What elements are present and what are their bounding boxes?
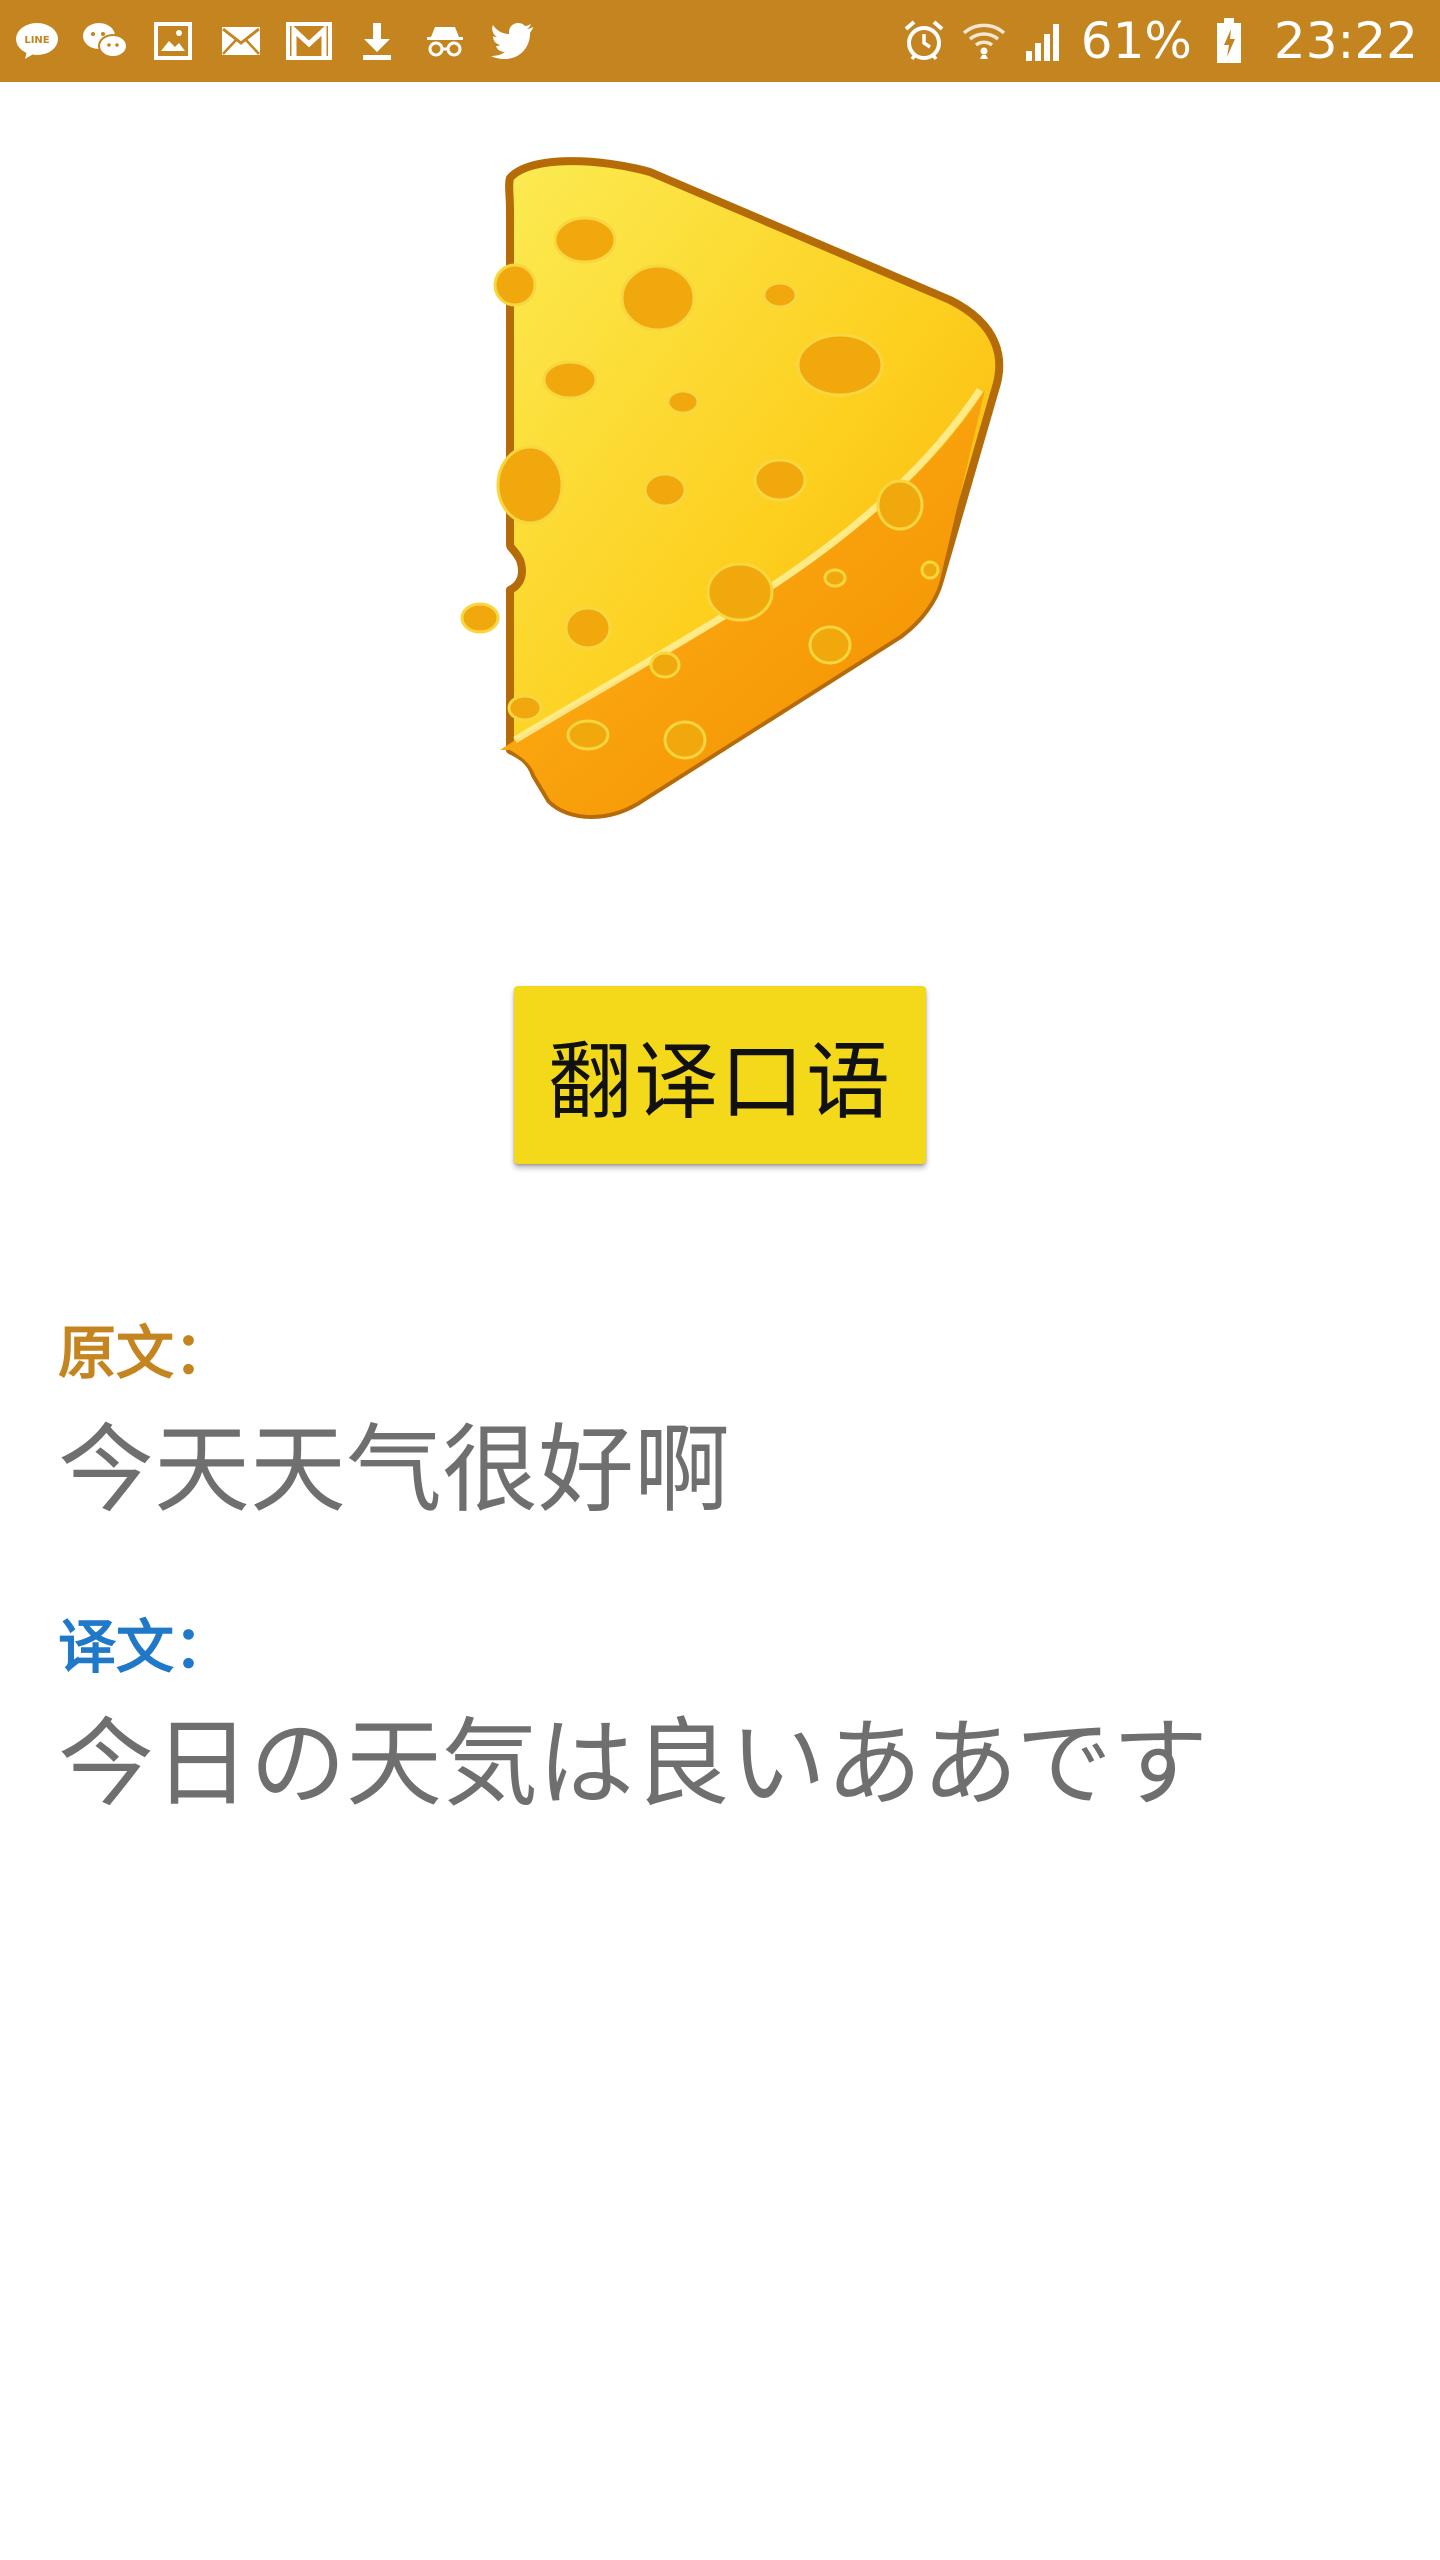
alarm-icon bbox=[901, 18, 947, 64]
translation-label: 译文： bbox=[58, 1613, 233, 1681]
wifi-icon bbox=[961, 18, 1007, 64]
gallery-icon bbox=[150, 18, 196, 64]
notification-icons: LINE bbox=[14, 14, 536, 68]
download-icon bbox=[354, 18, 400, 64]
cheese-icon bbox=[460, 157, 1004, 819]
translate-speech-button[interactable]: 翻译口语 bbox=[514, 986, 926, 1164]
twitter-icon bbox=[490, 18, 536, 64]
line-icon: LINE bbox=[14, 18, 60, 64]
incognito-icon bbox=[422, 18, 468, 64]
system-status: 61% 23:22 bbox=[901, 10, 1418, 72]
status-bar: LINE 61% 23:22 bbox=[0, 0, 1440, 82]
battery-percent: 61% bbox=[1080, 12, 1192, 70]
svg-text:LINE: LINE bbox=[24, 35, 49, 46]
cheese-logo bbox=[440, 150, 1020, 830]
wechat-icon bbox=[82, 18, 128, 64]
gmail-icon bbox=[286, 18, 332, 64]
clock: 23:22 bbox=[1273, 12, 1418, 70]
mail-icon bbox=[218, 18, 264, 64]
translation-text: 今日の天気は良いああです bbox=[58, 1708, 1209, 1820]
battery-icon bbox=[1206, 18, 1252, 64]
original-text: 今天天气很好啊 bbox=[58, 1414, 730, 1526]
signal-icon bbox=[1021, 18, 1067, 64]
original-label: 原文： bbox=[58, 1319, 233, 1387]
